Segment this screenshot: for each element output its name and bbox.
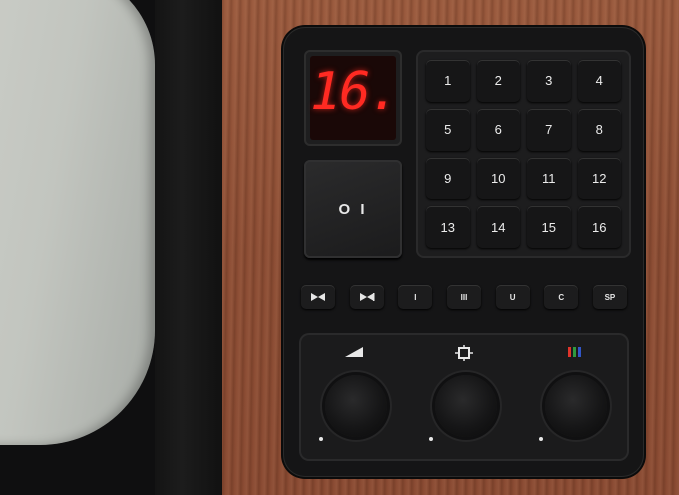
band-i-key[interactable]: I	[398, 285, 433, 309]
channel-key-14[interactable]: 14	[476, 206, 520, 248]
color-knob[interactable]	[545, 375, 607, 437]
channel-key-5[interactable]: 5	[426, 108, 470, 151]
indicator-dot	[539, 437, 543, 441]
search-up-icon	[359, 293, 375, 301]
brightness-knob[interactable]	[435, 375, 497, 437]
channel-key-12[interactable]: 12	[577, 157, 621, 200]
control-panel: 16. O I 1 2 3 4 5 6 7 8 9 10 11 12 13 14…	[283, 27, 644, 477]
knob-strip	[299, 333, 629, 461]
crt-screen	[0, 0, 155, 445]
band-iii-key[interactable]: III	[446, 285, 481, 309]
color-icon	[568, 347, 581, 357]
brightness-icon	[455, 345, 473, 361]
band-u-key[interactable]: U	[495, 285, 530, 309]
search-down-key[interactable]	[301, 285, 335, 309]
channel-number: 16.	[310, 62, 400, 122]
channel-key-13[interactable]: 13	[426, 206, 470, 248]
channel-key-9[interactable]: 9	[426, 157, 470, 200]
channel-key-6[interactable]: 6	[476, 108, 520, 151]
channel-key-3[interactable]: 3	[527, 60, 571, 102]
channel-key-10[interactable]: 10	[476, 157, 520, 200]
volume-knob[interactable]	[325, 375, 387, 437]
brightness-control	[409, 333, 519, 461]
channel-key-15[interactable]: 15	[527, 206, 571, 248]
channel-key-16[interactable]: 16	[577, 206, 621, 248]
power-button[interactable]: O I	[304, 160, 402, 258]
volume-icon	[345, 347, 363, 357]
channel-key-11[interactable]: 11	[527, 157, 571, 200]
indicator-dot	[429, 437, 433, 441]
search-up-key[interactable]	[349, 285, 384, 309]
screen-bezel	[155, 0, 222, 495]
sp-key[interactable]: SP	[592, 285, 627, 309]
led-window: 16.	[310, 56, 400, 140]
indicator-dot	[319, 437, 323, 441]
keypad-grid: 1 2 3 4 5 6 7 8 9 10 11 12 13 14 15 16	[426, 60, 621, 248]
channel-key-2[interactable]: 2	[476, 60, 520, 102]
volume-control	[299, 333, 409, 461]
channel-key-4[interactable]: 4	[577, 60, 621, 102]
channel-keypad: 1 2 3 4 5 6 7 8 9 10 11 12 13 14 15 16	[416, 50, 631, 258]
search-down-icon	[311, 293, 325, 301]
function-key-row: I III U C SP	[301, 285, 627, 311]
channel-display: 16.	[304, 50, 402, 146]
color-control	[519, 333, 629, 461]
channel-key-7[interactable]: 7	[527, 108, 571, 151]
tv-screen-area	[0, 0, 222, 495]
channel-key-8[interactable]: 8	[577, 108, 621, 151]
channel-key-1[interactable]: 1	[426, 60, 470, 102]
c-key[interactable]: C	[544, 285, 579, 309]
